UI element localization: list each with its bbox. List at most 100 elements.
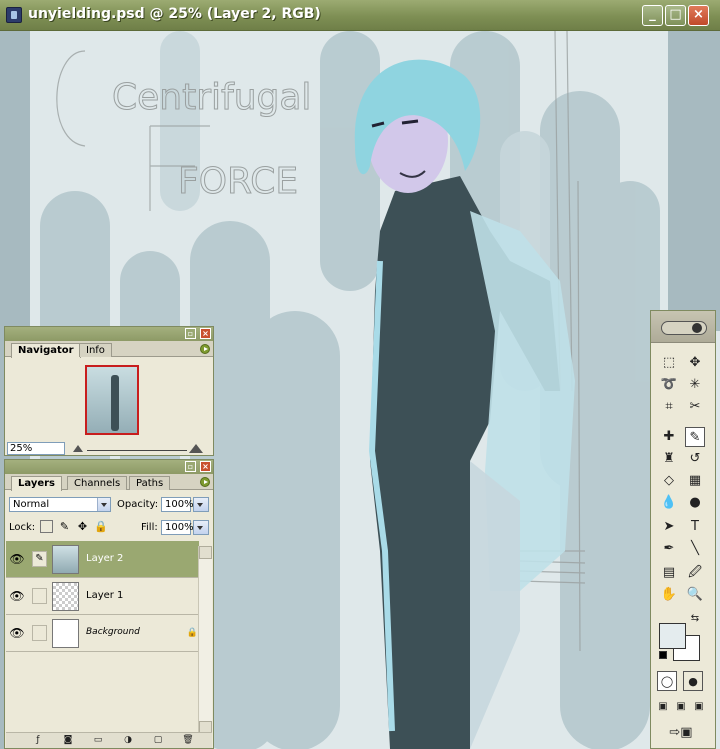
navigator-menu-icon[interactable]: [200, 344, 210, 354]
navigator-zoom-slider[interactable]: [71, 442, 211, 455]
standard-screen-mode-icon[interactable]: ▣: [655, 697, 671, 717]
fill-slider-button[interactable]: [193, 520, 209, 535]
tab-channels[interactable]: Channels: [67, 476, 128, 490]
new-layer-icon[interactable]: ▢: [152, 735, 164, 746]
move-tool-icon[interactable]: ✥: [685, 353, 705, 373]
eye-icon[interactable]: 👁: [9, 626, 25, 640]
layers-scrollbar[interactable]: [198, 546, 212, 734]
swap-colors-icon[interactable]: ⇆: [689, 613, 701, 625]
layer-row[interactable]: 👁 ✎ Layer 2: [6, 541, 199, 578]
link-toggle[interactable]: [32, 588, 47, 604]
lock-label: Lock:: [9, 522, 36, 533]
tab-layers[interactable]: Layers: [11, 476, 62, 491]
blend-mode-select[interactable]: Normal: [9, 497, 111, 512]
brush-link-icon[interactable]: ✎: [32, 551, 47, 567]
clone-stamp-tool-icon[interactable]: ♜: [659, 449, 679, 469]
eye-icon[interactable]: 👁: [9, 589, 25, 603]
trash-icon[interactable]: 🗑: [182, 735, 194, 746]
navigator-panel-bar[interactable]: ▫ ×: [5, 327, 213, 341]
navigator-minimize-button[interactable]: ▫: [185, 328, 196, 339]
navigator-close-button[interactable]: ×: [200, 328, 211, 339]
layer-row[interactable]: 👁 Background 🔒: [6, 615, 199, 652]
layers-panel: ▫ × Layers Channels Paths Normal Opacity…: [4, 459, 214, 749]
layer-row[interactable]: 👁 Layer 1: [6, 578, 199, 615]
layer-thumbnail: [52, 619, 79, 648]
layers-close-button[interactable]: ×: [200, 461, 211, 472]
lock-transparency-icon[interactable]: [40, 520, 53, 533]
tools-header[interactable]: [651, 311, 715, 343]
sketch-text-subtitle: FORCE: [178, 161, 298, 202]
magic-wand-tool-icon[interactable]: ✳: [685, 375, 705, 395]
jump-to-imageready-icon[interactable]: ⇨▣: [659, 723, 703, 743]
layer-name: Layer 1: [86, 590, 124, 601]
layers-tabs: Layers Channels Paths: [5, 474, 213, 491]
crop-tool-icon[interactable]: ⌗: [659, 397, 679, 417]
tab-navigator[interactable]: Navigator: [11, 343, 81, 358]
navigator-panel: ▫ × Navigator Info 25%: [4, 326, 214, 456]
layers-menu-icon[interactable]: [200, 477, 210, 487]
adjustment-layer-icon[interactable]: ◑: [122, 735, 134, 746]
full-screen-menu-mode-icon[interactable]: ▣: [673, 697, 689, 717]
healing-brush-tool-icon[interactable]: ✚: [659, 427, 679, 447]
path-selection-tool-icon[interactable]: ➤: [659, 517, 679, 537]
dodge-tool-icon[interactable]: ●: [685, 493, 705, 513]
maximize-button[interactable]: □: [665, 5, 686, 26]
zoom-in-icon[interactable]: [189, 444, 203, 453]
blur-tool-icon[interactable]: 💧: [659, 493, 679, 513]
window-title: unyielding.psd @ 25% (Layer 2, RGB): [28, 6, 321, 22]
opacity-field[interactable]: 100%: [161, 497, 194, 512]
zoom-out-icon[interactable]: [73, 445, 83, 452]
eye-icon[interactable]: 👁: [9, 552, 25, 566]
photoshop-window: unyielding.psd @ 25% (Layer 2, RGB) _ □ …: [0, 0, 720, 749]
lock-move-icon[interactable]: ✥: [76, 520, 89, 533]
lasso-tool-icon[interactable]: ➰: [659, 375, 679, 395]
layers-minimize-button[interactable]: ▫: [185, 461, 196, 472]
zoom-tool-icon[interactable]: 🔍: [685, 585, 705, 605]
tab-info[interactable]: Info: [79, 343, 112, 357]
sketch-text-title: Centrifugal: [112, 77, 311, 118]
layers-footer: ƒ ◙ ▭ ◑ ▢ 🗑: [6, 732, 212, 748]
photoshop-app-icon[interactable]: [6, 7, 22, 23]
hand-tool-icon[interactable]: ✋: [659, 585, 679, 605]
slice-tool-icon[interactable]: ✂: [685, 397, 705, 417]
layer-thumbnail: [52, 582, 79, 611]
layer-name: Background: [86, 627, 140, 637]
navigator-zoom-field[interactable]: 25%: [7, 442, 65, 455]
layer-name: Layer 2: [86, 553, 124, 564]
layer-style-icon[interactable]: ƒ: [32, 735, 44, 746]
standard-mode-icon[interactable]: ◯: [657, 671, 677, 691]
history-brush-tool-icon[interactable]: ↺: [685, 449, 705, 469]
title-bar: unyielding.psd @ 25% (Layer 2, RGB) _ □ …: [0, 0, 720, 31]
quick-mask-mode-icon[interactable]: ●: [683, 671, 703, 691]
minimize-button[interactable]: _: [642, 5, 663, 26]
tab-paths[interactable]: Paths: [129, 476, 171, 490]
foreground-color-swatch[interactable]: [659, 623, 686, 649]
opacity-slider-button[interactable]: [193, 497, 209, 512]
brush-tool-icon[interactable]: ✎: [685, 427, 705, 447]
navigator-tabs: Navigator Info: [5, 341, 213, 358]
new-group-icon[interactable]: ▭: [92, 735, 104, 746]
marquee-tool-icon[interactable]: ⬚: [659, 353, 679, 373]
layers-panel-bar[interactable]: ▫ ×: [5, 460, 213, 474]
default-colors-icon[interactable]: [659, 651, 667, 659]
close-button[interactable]: ×: [688, 5, 709, 26]
notes-tool-icon[interactable]: ▤: [659, 563, 679, 583]
lock-all-icon[interactable]: 🔒: [94, 520, 108, 533]
chevron-down-icon[interactable]: [97, 498, 110, 511]
gradient-tool-icon[interactable]: ▦: [685, 471, 705, 491]
type-tool-icon[interactable]: T: [685, 517, 705, 537]
eraser-tool-icon[interactable]: ◇: [659, 471, 679, 491]
tools-palette: ⬚ ✥ ➰ ✳ ⌗ ✂ ✚ ✎ ♜ ↺ ◇ ▦ 💧 ● ➤ T ✒ ╲ ▤ 🖉 …: [650, 310, 716, 749]
fill-label: Fill:: [141, 522, 158, 533]
pen-tool-icon[interactable]: ✒: [659, 539, 679, 559]
layer-mask-icon[interactable]: ◙: [62, 735, 74, 746]
full-screen-mode-icon[interactable]: ▣: [691, 697, 707, 717]
link-toggle[interactable]: [32, 625, 47, 641]
eyedropper-tool-icon[interactable]: 🖉: [685, 563, 705, 583]
navigator-preview[interactable]: [85, 365, 139, 435]
fill-field[interactable]: 100%: [161, 520, 194, 535]
line-tool-icon[interactable]: ╲: [685, 539, 705, 559]
opacity-label: Opacity:: [117, 499, 159, 510]
eye-logo-icon: [661, 321, 707, 335]
lock-paint-icon[interactable]: ✎: [58, 520, 71, 533]
